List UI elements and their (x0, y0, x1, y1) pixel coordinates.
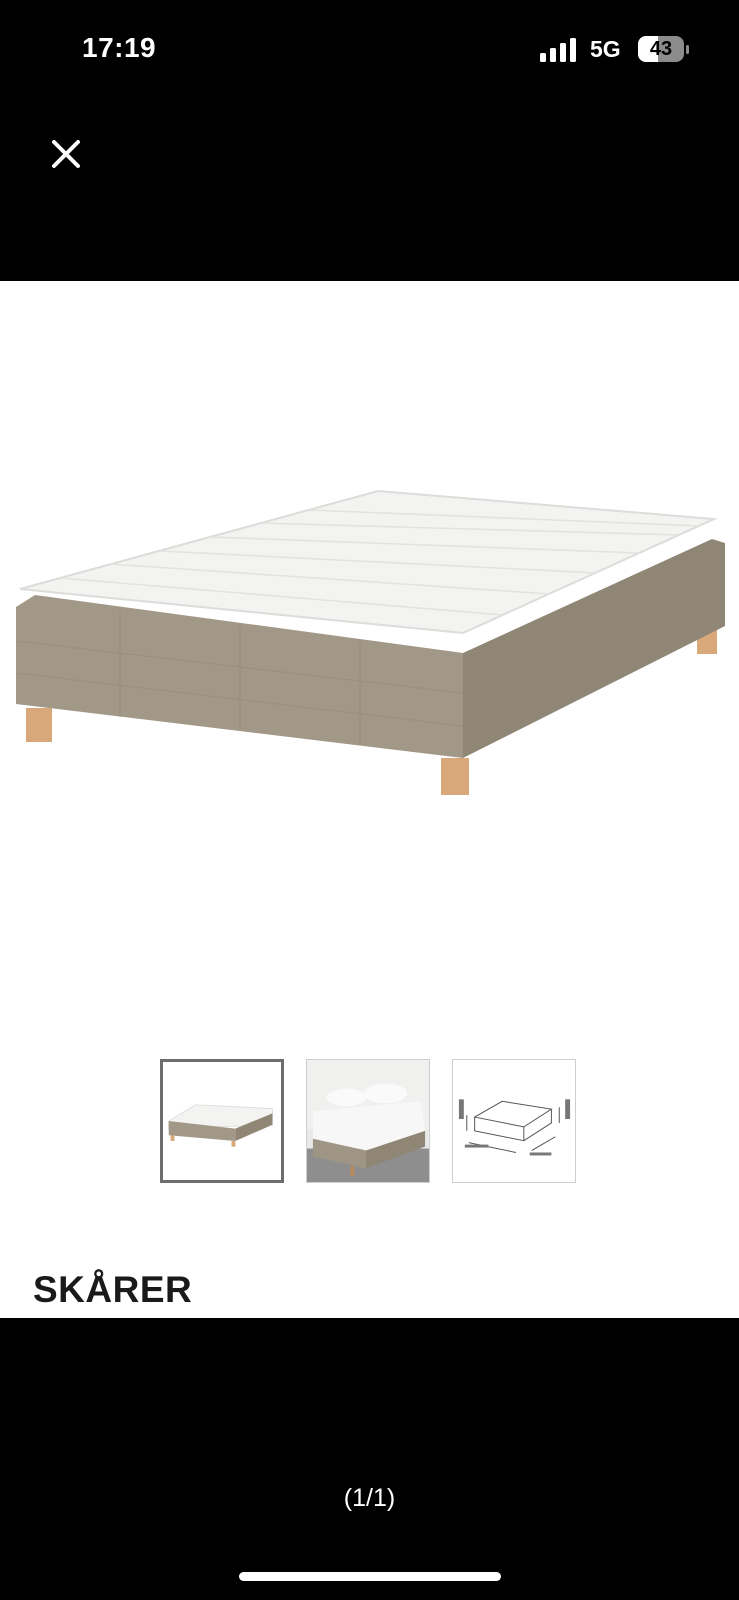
network-type: 5G (590, 36, 621, 62)
product-main-image[interactable] (0, 281, 739, 1001)
status-time: 17:19 (82, 32, 157, 63)
close-button[interactable] (46, 134, 86, 174)
battery-icon: 43 (638, 36, 690, 64)
bed-leg (441, 758, 469, 795)
home-indicator[interactable] (239, 1572, 501, 1581)
battery-tip (686, 45, 689, 54)
battery-level: 43 (649, 38, 673, 60)
bedroom-thumbnail-image (307, 1060, 429, 1182)
battery-body: 43 (638, 36, 684, 62)
thumbnail-1[interactable] (160, 1059, 284, 1183)
thumbnail-strip (160, 1059, 580, 1185)
image-counter: (1/1) (343, 1484, 396, 1512)
bed-base-thumbnail-image (168, 1104, 273, 1147)
status-bar: 17:19 5G 43 (0, 0, 739, 100)
product-name: SKÅRER (33, 1269, 193, 1310)
thumbnail-2[interactable] (306, 1059, 430, 1183)
image-viewer[interactable]: SKÅRER (0, 281, 739, 1318)
dimension-thumbnail-image (458, 1099, 571, 1156)
close-icon (52, 140, 80, 168)
cellular-signal-icon (540, 38, 576, 62)
bed-leg (26, 708, 52, 742)
thumbnail-3[interactable] (452, 1059, 576, 1183)
